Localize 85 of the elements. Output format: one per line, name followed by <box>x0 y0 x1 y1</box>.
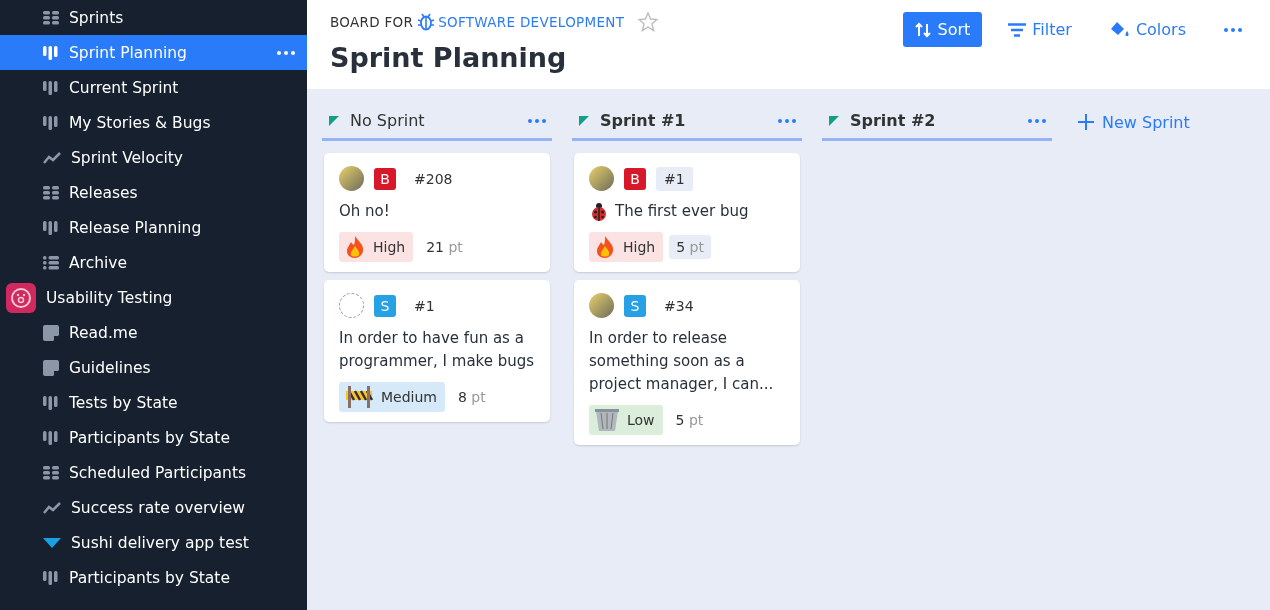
grid-icon <box>43 465 59 480</box>
sidebar-item[interactable]: Tests by State <box>0 385 307 420</box>
note-icon <box>43 359 59 376</box>
type-badge: S <box>374 294 396 317</box>
board-icon <box>43 220 59 235</box>
colors-button[interactable]: Colors <box>1097 12 1198 47</box>
story-points: 5 pt <box>674 411 705 430</box>
sort-button[interactable]: Sort <box>903 12 983 47</box>
project-icon <box>6 282 36 313</box>
board-icon <box>43 80 59 95</box>
story-card[interactable]: S #1 In order to have fun as a programmer, I make bugs Medium 8 pt <box>324 280 550 422</box>
priority-tag: High <box>589 232 664 262</box>
board-for-label: BOARD FOR <box>330 14 414 30</box>
grid-icon <box>43 10 59 25</box>
filter-button[interactable]: Filter <box>996 12 1084 47</box>
type-badge: S <box>624 294 646 317</box>
grid-icon <box>43 185 59 200</box>
card-title: Oh no! <box>339 201 391 222</box>
sidebar-item[interactable]: Sprints <box>0 0 307 35</box>
column-header: No Sprint <box>322 103 552 141</box>
trash-icon <box>595 409 619 431</box>
line-chart-icon <box>43 150 61 165</box>
paint-bucket-icon <box>1109 20 1130 39</box>
sidebar-item[interactable]: Sprint Planning <box>0 35 307 70</box>
board-icon <box>43 45 59 60</box>
story-points: 5 pt <box>669 235 711 259</box>
page-title: Sprint Planning <box>330 42 568 73</box>
sidebar-item[interactable]: Read.me <box>0 315 307 350</box>
card-number: #1 <box>413 296 436 316</box>
story-card[interactable]: S #34 In order to release something soon as a project manager, I can... Low 5 pt <box>574 280 800 445</box>
type-badge: B <box>624 167 646 190</box>
card-number: #1 <box>656 166 693 191</box>
fire-icon <box>345 236 365 258</box>
sort-icon <box>915 21 932 38</box>
star-icon[interactable] <box>638 12 659 32</box>
type-badge: B <box>374 167 396 190</box>
more-icon[interactable] <box>277 50 295 55</box>
priority-tag: High <box>339 232 414 262</box>
plus-icon <box>1078 114 1094 130</box>
bug-icon <box>417 13 436 31</box>
priority-tag: Medium <box>339 382 445 412</box>
story-card[interactable]: B #208 Oh no! High 21 pt <box>324 153 550 272</box>
note-icon <box>43 324 59 341</box>
sidebar-item[interactable]: Current Sprint <box>0 70 307 105</box>
sidebar-item[interactable]: Sprint Velocity <box>0 140 307 175</box>
priority-tag: Low <box>589 405 663 435</box>
board-icon <box>43 570 59 585</box>
caret-icon[interactable] <box>43 536 61 549</box>
column-header: Sprint #1 <box>572 103 802 141</box>
sidebar-item[interactable]: Participants by State <box>0 560 307 595</box>
board-icon <box>43 395 59 410</box>
card-title: In order to release something soon as a project manager, I can... <box>589 328 775 395</box>
card-number: #208 <box>413 169 454 189</box>
sidebar-item[interactable]: Usability Testing <box>0 280 307 315</box>
more-icon[interactable] <box>1028 118 1046 123</box>
card-number: #34 <box>663 296 695 316</box>
line-chart-icon <box>43 500 61 515</box>
barrier-icon <box>345 386 373 408</box>
flag-icon <box>828 114 840 127</box>
sidebar-item[interactable]: Success rate overview <box>0 490 307 525</box>
story-points: 21 pt <box>425 238 464 257</box>
sidebar-item[interactable]: Sushi delivery app test <box>0 525 307 560</box>
sidebar-item[interactable]: Archive <box>0 245 307 280</box>
board-icon <box>43 430 59 445</box>
more-icon[interactable] <box>778 118 796 123</box>
more-icon[interactable] <box>528 118 546 123</box>
sidebar-item[interactable]: Releases <box>0 175 307 210</box>
story-card[interactable]: B #1 The first ever bug High 5 pt <box>574 153 800 272</box>
card-title: The first ever bug <box>589 200 785 223</box>
filter-icon <box>1008 22 1027 37</box>
sidebar-item[interactable]: Guidelines <box>0 350 307 385</box>
list-icon <box>43 255 59 270</box>
sidebar-item[interactable]: Release Planning <box>0 210 307 245</box>
fire-icon <box>595 236 615 258</box>
flag-icon <box>578 114 590 127</box>
sidebar-item[interactable]: Participants by State <box>0 420 307 455</box>
more-icon[interactable] <box>1224 27 1242 32</box>
sidebar-item[interactable]: My Stories & Bugs <box>0 105 307 140</box>
sidebar-item[interactable]: Scheduled Participants <box>0 455 307 490</box>
board-icon <box>43 115 59 130</box>
column-header: Sprint #2 <box>822 103 1052 141</box>
flag-icon <box>328 114 340 127</box>
card-title: In order to have fun as a programmer, I make bugs <box>339 328 535 372</box>
story-points: 8 pt <box>457 388 487 407</box>
project-link[interactable]: SOFTWARE DEVELOPMENT <box>417 13 625 31</box>
